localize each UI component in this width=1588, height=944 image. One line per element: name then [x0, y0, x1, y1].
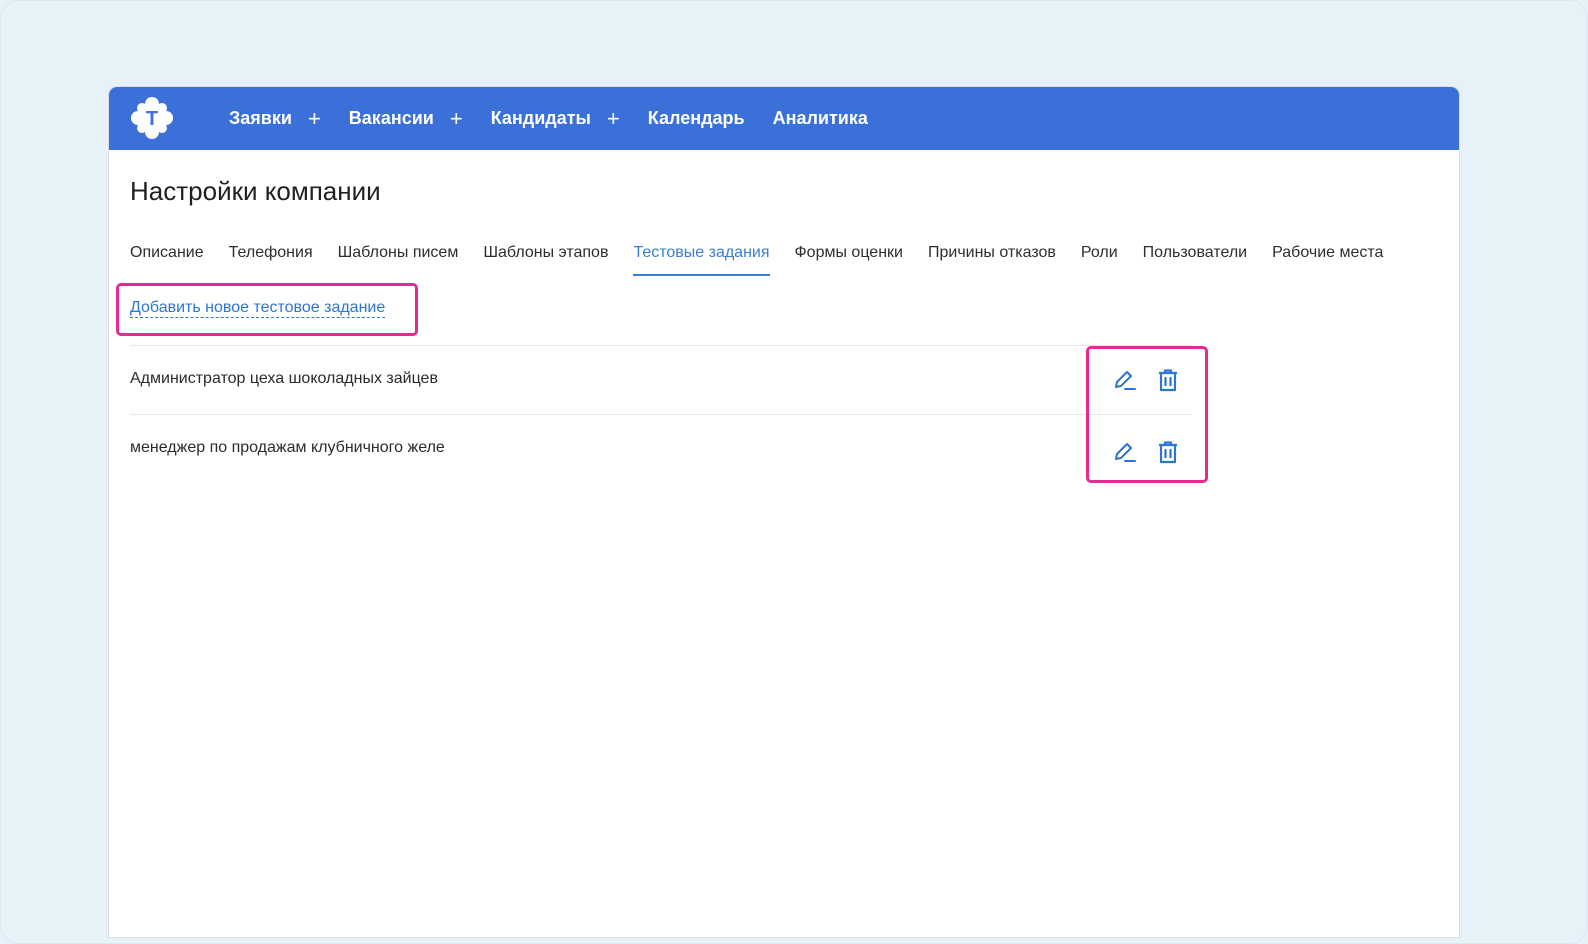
add-request-plus-icon[interactable]: +	[308, 107, 321, 130]
nav-candidates-label: Кандидаты	[490, 108, 591, 128]
tab-stage-templates[interactable]: Шаблоны этапов	[483, 244, 608, 276]
main-nav: Заявки + Вакансии + Кандидаты + Календар…	[229, 87, 896, 150]
nav-analytics[interactable]: Аналитика	[773, 108, 868, 129]
nav-requests[interactable]: Заявки +	[229, 107, 321, 130]
test-task-title: Администратор цеха шоколадных зайцев	[130, 370, 438, 387]
tab-rejection-reasons[interactable]: Причины отказов	[928, 244, 1056, 276]
tab-users[interactable]: Пользователи	[1143, 244, 1247, 276]
tab-description[interactable]: Описание	[130, 244, 204, 276]
nav-candidates[interactable]: Кандидаты +	[490, 107, 620, 130]
list-item: Администратор цеха шоколадных зайцев	[130, 345, 1191, 414]
test-task-list: Администратор цеха шоколадных зайцев мен…	[130, 345, 1191, 485]
add-vacancy-plus-icon[interactable]: +	[450, 107, 463, 130]
settings-tabs: Описание Телефония Шаблоны писем Шаблоны…	[130, 244, 1408, 276]
add-test-task-link[interactable]: Добавить новое тестовое задание	[130, 299, 386, 318]
logo[interactable]: T	[129, 95, 175, 141]
list-item: менеджер по продажам клубничного желе	[130, 414, 1191, 485]
test-task-title: менеджер по продажам клубничного желе	[130, 439, 445, 456]
actions-highlight	[1086, 346, 1208, 483]
tab-test-tasks[interactable]: Тестовые задания	[633, 244, 770, 276]
nav-requests-label: Заявки	[229, 108, 292, 128]
nav-analytics-label: Аналитика	[772, 108, 868, 128]
tab-evaluation-forms[interactable]: Формы оценки	[795, 244, 903, 276]
nav-vacancies[interactable]: Вакансии +	[348, 107, 463, 130]
nav-calendar[interactable]: Календарь	[648, 108, 745, 129]
nav-vacancies-label: Вакансии	[348, 108, 434, 128]
add-candidate-plus-icon[interactable]: +	[607, 107, 620, 130]
tab-workplaces[interactable]: Рабочие места	[1272, 244, 1383, 276]
page-title: Настройки компании	[130, 176, 381, 206]
tab-email-templates[interactable]: Шаблоны писем	[338, 244, 459, 276]
app-window: T Заявки + Вакансии + Кандидаты + Календ…	[109, 87, 1459, 937]
tab-telephony[interactable]: Телефония	[229, 244, 313, 276]
nav-calendar-label: Календарь	[647, 108, 745, 128]
logo-letter: T	[146, 108, 158, 130]
logo-icon: T	[131, 97, 173, 139]
top-navigation-bar: T Заявки + Вакансии + Кандидаты + Календ…	[109, 87, 1459, 150]
tab-roles[interactable]: Роли	[1081, 244, 1118, 276]
